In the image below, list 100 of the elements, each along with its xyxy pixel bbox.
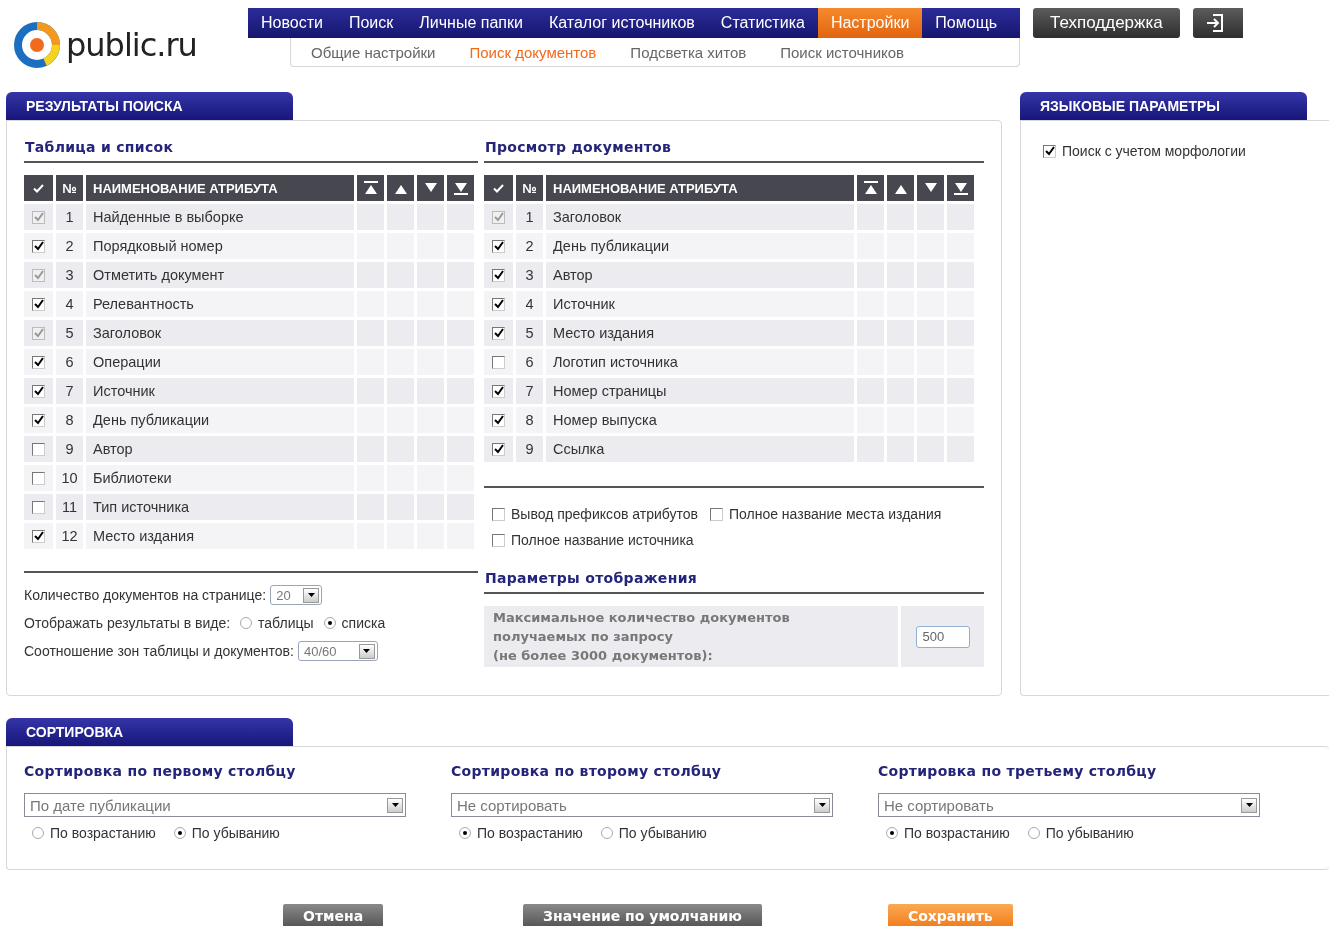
attribute-name: Источник [546, 291, 854, 317]
row-number: 7 [516, 378, 543, 404]
move-top-button[interactable] [857, 175, 884, 201]
section-heading: Сортировка по второму столбцу [451, 763, 723, 779]
radio-label: По убыванию [1045, 825, 1134, 841]
nav-tab[interactable]: Каталог источников [535, 8, 708, 38]
row-number: 7 [56, 378, 83, 404]
checkbox[interactable] [32, 297, 45, 311]
checkbox[interactable] [32, 384, 45, 398]
checkbox[interactable] [32, 442, 45, 456]
move-down-button[interactable] [917, 175, 944, 201]
attribute-name: Логотип источника [546, 349, 854, 375]
checkbox[interactable] [492, 297, 505, 311]
dropdown-arrow-icon [1245, 803, 1253, 807]
move-top-icon [363, 181, 378, 195]
row-number: 5 [516, 320, 543, 346]
checkbox[interactable] [492, 239, 505, 253]
subnav-link[interactable]: Поиск документов [469, 43, 597, 61]
radio-label: списка [341, 615, 386, 631]
row-number: 3 [516, 262, 543, 288]
checkbox[interactable] [492, 268, 505, 282]
checkbox[interactable] [1043, 144, 1056, 158]
exit-door-icon [1204, 13, 1225, 33]
nav-tab[interactable]: Новости [248, 8, 336, 38]
checkbox[interactable] [492, 507, 505, 521]
attribute-name: День публикации [546, 233, 854, 259]
field-label: Количество документов на странице: [24, 587, 267, 603]
subnav-link[interactable]: Подсветка хитов [630, 43, 747, 61]
sort-select[interactable]: По дате публикации [24, 793, 406, 817]
radio-button[interactable] [173, 827, 186, 839]
move-top-button[interactable] [357, 175, 384, 201]
logo-icon [12, 20, 62, 70]
radio-button[interactable] [886, 827, 898, 839]
checkbox[interactable] [32, 529, 45, 543]
header-cell: НАИМЕНОВАНИЕ АТРИБУТА [86, 175, 354, 201]
option-label: Поиск с учетом морфологии [1062, 143, 1246, 159]
nav-tab[interactable]: Личные папки [406, 8, 536, 38]
radio-button[interactable] [1027, 827, 1040, 839]
option-label: Полное название места издания [728, 506, 942, 522]
row-number: 9 [56, 436, 83, 462]
field-label: Соотношение зон таблицы и документов: [24, 643, 294, 659]
dropdown-arrow-icon [818, 803, 826, 807]
section-heading: Сортировка по третьему столбцу [878, 763, 1158, 779]
attribute-name: Ссылка [546, 436, 854, 462]
dropdown-arrow-icon [363, 649, 371, 653]
checkbox[interactable] [32, 239, 45, 253]
sort-select[interactable]: Не сортировать [451, 793, 833, 817]
move-bottom-button[interactable] [447, 175, 474, 201]
header-cell: НАИМЕНОВАНИЕ АТРИБУТА [546, 175, 854, 201]
checkbox[interactable] [32, 355, 45, 369]
checkbox[interactable] [492, 413, 505, 427]
row-number: 8 [516, 407, 543, 433]
radio-button[interactable] [32, 827, 44, 839]
logout-button[interactable] [1192, 8, 1243, 38]
radio-label: По возрастанию [904, 825, 1010, 841]
row-number: 3 [56, 262, 83, 288]
move-down-button[interactable] [417, 175, 444, 201]
section-heading: Параметры отображения [484, 566, 984, 594]
checkbox[interactable] [492, 533, 505, 547]
nav-tab[interactable]: Статистика [707, 8, 818, 38]
move-up-button[interactable] [387, 175, 414, 201]
subnav-link[interactable]: Поиск источников [780, 43, 905, 61]
ratio-select[interactable]: 40/60 [297, 641, 378, 661]
checkbox[interactable] [32, 413, 45, 427]
checkbox[interactable] [492, 442, 505, 456]
radio-button[interactable] [240, 617, 253, 629]
nav-tab[interactable]: Поиск [335, 8, 407, 38]
checkbox[interactable] [32, 500, 45, 514]
radio-button[interactable] [459, 827, 471, 839]
checkbox[interactable] [492, 326, 505, 340]
logo-text: public.ru [66, 26, 197, 64]
radio-button[interactable] [600, 827, 613, 839]
action-button[interactable]: Отмена [283, 904, 384, 926]
row-number: 9 [516, 436, 543, 462]
attribute-name: Отметить документ [86, 262, 354, 288]
checkbox[interactable] [709, 507, 723, 521]
row-number: 6 [56, 349, 83, 375]
nav-tab[interactable]: Помощь [922, 8, 1011, 38]
option-label: Полное название источника [511, 532, 694, 548]
radio-button[interactable] [323, 617, 336, 629]
check-icon [33, 183, 44, 193]
attribute-name: Номер выпуска [546, 407, 854, 433]
move-bottom-button[interactable] [947, 175, 974, 201]
action-button[interactable]: Значение по умолчанию [523, 904, 762, 926]
support-button[interactable]: Техподдержка [1033, 8, 1180, 38]
row-number: 5 [56, 320, 83, 346]
max-documents-field[interactable]: 500 [915, 625, 970, 648]
checkbox[interactable] [32, 471, 45, 485]
per-page-select[interactable]: 20 [270, 585, 323, 605]
max-documents-label: Максимальное количество документов получаемых по запросу (не более 3000 документов): [484, 606, 898, 667]
move-up-button[interactable] [887, 175, 914, 201]
row-number: 2 [516, 233, 543, 259]
attribute-name: Заголовок [86, 320, 354, 346]
row-number: 1 [516, 204, 543, 230]
checkbox[interactable] [492, 355, 505, 369]
sort-select[interactable]: Не сортировать [878, 793, 1260, 817]
checkbox[interactable] [492, 384, 505, 398]
subnav-link[interactable]: Общие настройки [311, 43, 436, 61]
row-number: 4 [56, 291, 83, 317]
radio-label: таблицы [258, 615, 314, 631]
